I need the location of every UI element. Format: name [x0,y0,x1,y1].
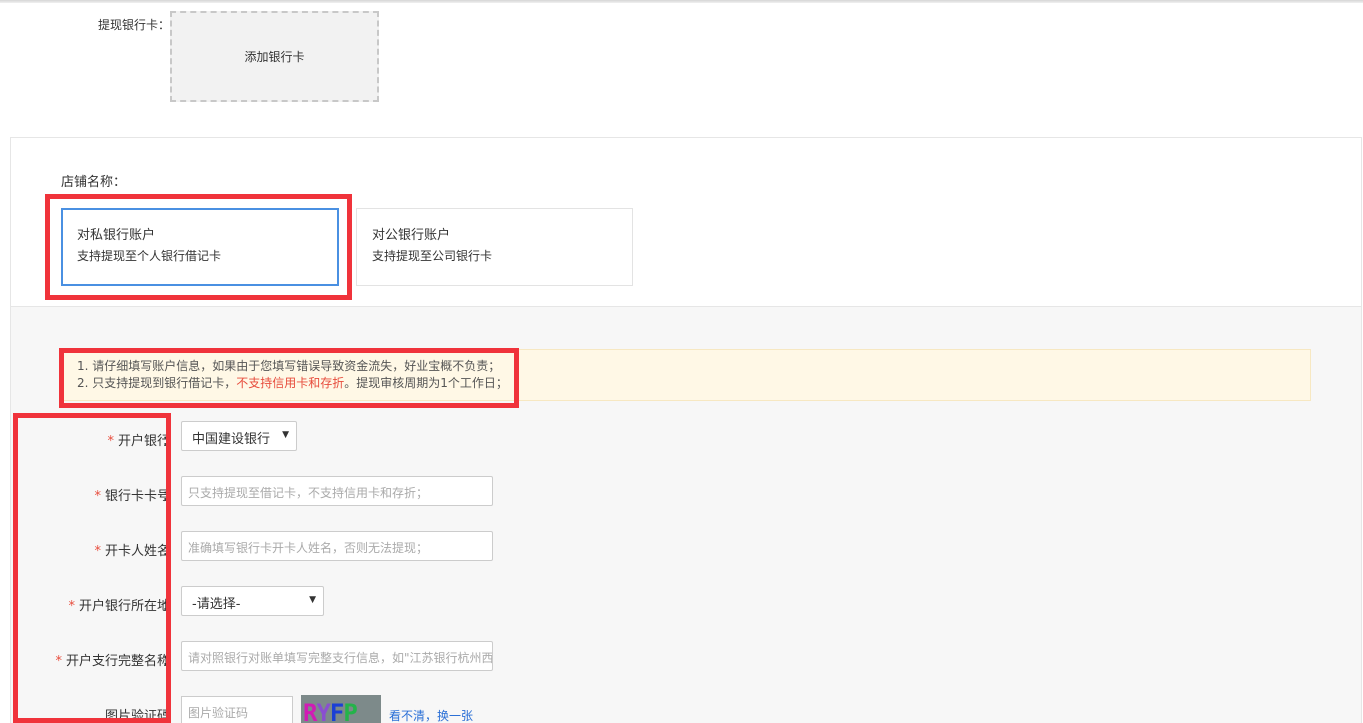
notice-warning-text: 不支持信用卡和存折 [236,376,345,390]
card-number-colon: ： [162,489,176,504]
bank-location-value: -请选择- [192,597,241,612]
captcha-label: 图片验证码 [104,709,170,723]
bank-select-value: 中国建设银行 [192,432,271,447]
add-bank-card-label: 添加银行卡 [244,50,305,64]
bank-label: * 开户银行 [107,434,170,449]
bank-location-row: * 开户银行所在地 ： [0,587,700,619]
branch-name-input[interactable]: 请对照银行对账单填写完整支行信息，如"江苏银行杭州西 [181,641,493,671]
refresh-captcha-link[interactable]: 看不清，换一张 [389,707,473,723]
notice-line-1: 1. 请仔细填写账户信息，如果由于您填写错误导致资金流失，好业宝概不负责； [77,359,501,373]
bank-colon: ： [162,434,176,449]
notice-line-2: 2. 只支持提现到银行借记卡，不支持信用卡和存折。提现审核周期为1个工作日； [77,375,1310,392]
public-account-desc: 支持提现至公司银行卡 [372,249,493,263]
bank-row: * 开户银行 ： [0,422,700,454]
branch-name-colon: ： [162,654,176,669]
top-divider [0,0,1363,3]
holder-name-input[interactable]: 准确填写银行卡开卡人姓名，否则无法提现； [181,531,493,561]
public-account-title: 对公银行账户 [372,228,451,243]
card-number-input[interactable]: 只支持提现至借记卡，不支持信用卡和存折； [181,476,493,506]
captcha-image[interactable]: RYFP [301,695,381,723]
captcha-colon: ： [162,709,176,723]
withdraw-card-label: 提现银行卡： [98,18,171,32]
card-number-label: * 银行卡卡号 [94,489,170,504]
captcha-input[interactable]: 图片验证码 [181,696,293,723]
private-account-title: 对私银行账户 [77,228,156,243]
notice-line-2-suffix: 。提现审核周期为1个工作日； [344,376,508,390]
captcha-image-glyphs: RYFP [303,699,358,723]
holder-name-colon: ： [162,544,176,559]
bank-location-label: * 开户银行所在地 [68,599,170,614]
private-account-desc: 支持提现至个人银行借记卡 [77,249,222,263]
add-bank-card-button[interactable]: 添加银行卡 [170,11,379,102]
shop-name-label: 店铺名称： [61,175,127,190]
notice-box: 1. 请仔细填写账户信息，如果由于您填写错误导致资金流失，好业宝概不负责； 2.… [60,349,1311,401]
caret-down-icon: ▼ [309,595,316,605]
branch-name-label: * 开户支行完整名称 [55,654,170,669]
holder-name-label: * 开卡人姓名 [94,544,170,559]
public-account-option[interactable]: 对公银行账户 支持提现至公司银行卡 [356,208,633,286]
bank-select[interactable]: 中国建设银行 ▼ [181,421,297,451]
notice-line-2-prefix: 2. 只支持提现到银行借记卡， [77,376,237,390]
caret-down-icon: ▼ [282,430,289,440]
bank-location-colon: ： [162,599,176,614]
bank-location-select[interactable]: -请选择- ▼ [181,586,324,616]
private-account-option[interactable]: 对私银行账户 支持提现至个人银行借记卡 [61,208,339,286]
